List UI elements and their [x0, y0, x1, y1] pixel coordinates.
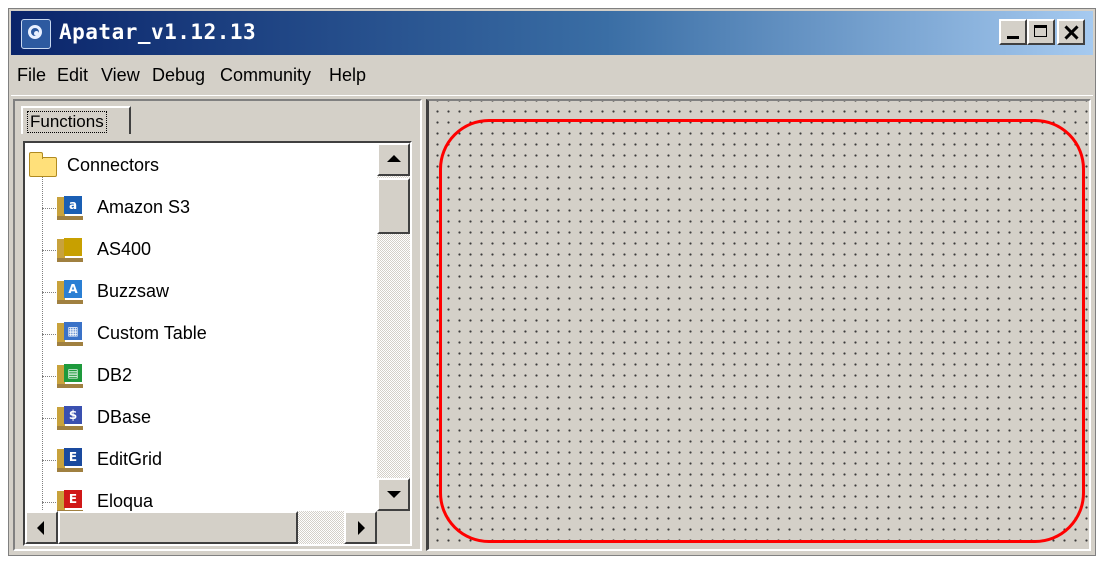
tree-root-label: Connectors — [67, 155, 160, 175]
tree-item-label: Eloqua — [97, 491, 154, 511]
menu-help[interactable]: Help — [329, 65, 366, 86]
tab-functions[interactable]: Functions — [21, 106, 131, 134]
menu-bar: File Edit View Debug Community Help — [11, 59, 1093, 96]
tree-item[interactable]: $ DBase — [25, 401, 370, 435]
horizontal-scroll-thumb[interactable] — [58, 511, 298, 544]
tree-item-label: DB2 — [97, 365, 133, 385]
minimize-button[interactable] — [999, 19, 1027, 45]
arrow-left-icon — [37, 521, 44, 535]
db2-icon: ▤ — [55, 362, 85, 390]
tree-item-label: Amazon S3 — [97, 197, 191, 217]
canvas-highlight-outline — [439, 119, 1085, 543]
editgrid-icon: E — [55, 446, 85, 474]
menu-edit[interactable]: Edit — [57, 65, 88, 86]
tree-item[interactable]: ▤ DB2 — [25, 359, 370, 393]
design-canvas[interactable] — [426, 99, 1091, 551]
connector-foot — [57, 384, 83, 388]
arrow-down-icon — [387, 491, 401, 498]
tree-item-label: AS400 — [97, 239, 152, 259]
scroll-down-button[interactable] — [377, 478, 410, 511]
connector-badge: ▦ — [64, 322, 82, 340]
connector-badge: A — [64, 280, 82, 298]
connector-foot — [57, 258, 83, 262]
maximize-button[interactable] — [1027, 19, 1055, 45]
arrow-right-icon — [358, 521, 365, 535]
scroll-left-button[interactable] — [25, 511, 58, 544]
amazon-s3-icon: a — [55, 194, 85, 222]
window-title: Apatar_v1.12.13 — [59, 20, 257, 44]
connector-badge: a — [64, 196, 82, 214]
as400-icon — [55, 236, 85, 264]
tree-item-label: EditGrid — [97, 449, 163, 469]
connectors-tree: Connectors a Amazon S3 AS400 A Buzzsaw ▦ Custo… — [23, 141, 412, 546]
custom-table-icon: ▦ — [55, 320, 85, 348]
app-logo-icon[interactable] — [21, 19, 51, 49]
close-button[interactable] — [1057, 19, 1085, 45]
menu-file[interactable]: File — [17, 65, 46, 86]
connector-foot — [57, 468, 83, 472]
tree-item[interactable]: a Amazon S3 — [25, 191, 370, 225]
buzzsaw-icon: A — [55, 278, 85, 306]
connector-foot — [57, 216, 83, 220]
folder-icon — [29, 152, 57, 177]
tree-item-label: Buzzsaw — [97, 281, 170, 301]
vertical-scroll-thumb[interactable] — [377, 178, 410, 234]
title-bar[interactable]: Apatar_v1.12.13 — [11, 11, 1093, 55]
tree-item[interactable]: AS400 — [25, 233, 370, 267]
tree-root-connectors[interactable]: Connectors — [27, 149, 367, 183]
tree-item[interactable]: A Buzzsaw — [25, 275, 370, 309]
connector-badge: ▤ — [64, 364, 82, 382]
tree-item-label: DBase — [97, 407, 152, 427]
arrow-up-icon — [387, 155, 401, 162]
menu-view[interactable]: View — [101, 65, 140, 86]
tree-item[interactable]: ▦ Custom Table — [25, 317, 370, 351]
scrollbar-corner — [377, 511, 410, 544]
dbase-icon: $ — [55, 404, 85, 432]
tree-item-label: Custom Table — [97, 323, 207, 343]
menu-community[interactable]: Community — [220, 65, 311, 86]
connector-badge: E — [64, 448, 82, 466]
connector-badge: $ — [64, 406, 82, 424]
horizontal-scrollbar[interactable] — [25, 511, 377, 544]
vertical-scrollbar[interactable] — [377, 143, 410, 511]
connector-badge — [64, 238, 82, 256]
tab-functions-label: Functions — [27, 111, 107, 133]
menu-debug[interactable]: Debug — [152, 65, 205, 86]
scroll-up-button[interactable] — [377, 143, 410, 176]
connector-foot — [57, 342, 83, 346]
tree-item[interactable]: E EditGrid — [25, 443, 370, 477]
functions-panel: Functions Connectors a Amazon S3 AS400 A Buz… — [13, 99, 422, 551]
app-window: Apatar_v1.12.13 File Edit View Debug Com… — [8, 8, 1096, 556]
connector-badge: E — [64, 490, 82, 508]
connector-foot — [57, 300, 83, 304]
scroll-right-button[interactable] — [344, 511, 377, 544]
connector-foot — [57, 426, 83, 430]
